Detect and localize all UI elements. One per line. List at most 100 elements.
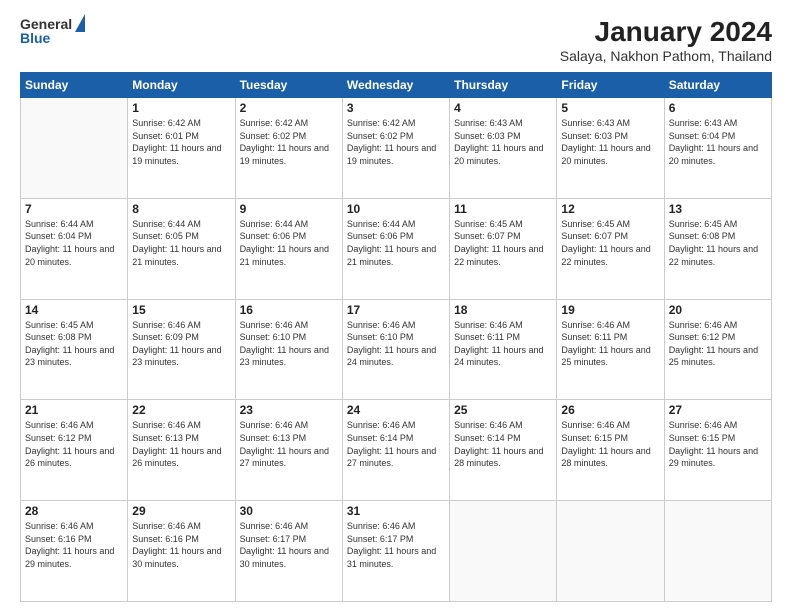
table-row: 11 Sunrise: 6:45 AMSunset: 6:07 PMDayligh… (450, 198, 557, 299)
col-friday: Friday (557, 73, 664, 98)
day-number: 26 (561, 403, 659, 417)
page-title: January 2024 (560, 16, 772, 48)
page: General Blue January 2024 Salaya, Nakhon… (0, 0, 792, 612)
table-row: 19 Sunrise: 6:46 AMSunset: 6:11 PMDayligh… (557, 299, 664, 400)
table-row: 7 Sunrise: 6:44 AMSunset: 6:04 PMDaylight… (21, 198, 128, 299)
day-number: 22 (132, 403, 230, 417)
cell-details: Sunrise: 6:44 AMSunset: 6:05 PMDaylight:… (132, 218, 230, 268)
cell-details: Sunrise: 6:46 AMSunset: 6:12 PMDaylight:… (669, 319, 767, 369)
col-wednesday: Wednesday (342, 73, 449, 98)
day-number: 31 (347, 504, 445, 518)
day-number: 15 (132, 303, 230, 317)
cell-details: Sunrise: 6:43 AMSunset: 6:03 PMDaylight:… (561, 117, 659, 167)
day-number: 18 (454, 303, 552, 317)
table-row: 5 Sunrise: 6:43 AMSunset: 6:03 PMDaylight… (557, 98, 664, 199)
table-row (664, 501, 771, 602)
cell-details: Sunrise: 6:46 AMSunset: 6:15 PMDaylight:… (561, 419, 659, 469)
cell-details: Sunrise: 6:45 AMSunset: 6:07 PMDaylight:… (561, 218, 659, 268)
table-row: 20 Sunrise: 6:46 AMSunset: 6:12 PMDayligh… (664, 299, 771, 400)
logo-triangle-icon (75, 14, 85, 32)
col-saturday: Saturday (664, 73, 771, 98)
col-sunday: Sunday (21, 73, 128, 98)
day-number: 24 (347, 403, 445, 417)
day-number: 30 (240, 504, 338, 518)
day-number: 16 (240, 303, 338, 317)
cell-details: Sunrise: 6:46 AMSunset: 6:13 PMDaylight:… (132, 419, 230, 469)
day-number: 21 (25, 403, 123, 417)
cell-details: Sunrise: 6:46 AMSunset: 6:11 PMDaylight:… (454, 319, 552, 369)
title-block: January 2024 Salaya, Nakhon Pathom, Thai… (560, 16, 772, 64)
table-row: 21 Sunrise: 6:46 AMSunset: 6:12 PMDayligh… (21, 400, 128, 501)
cell-details: Sunrise: 6:42 AMSunset: 6:02 PMDaylight:… (240, 117, 338, 167)
table-row: 9 Sunrise: 6:44 AMSunset: 6:06 PMDaylight… (235, 198, 342, 299)
day-number: 25 (454, 403, 552, 417)
day-number: 20 (669, 303, 767, 317)
cell-details: Sunrise: 6:46 AMSunset: 6:13 PMDaylight:… (240, 419, 338, 469)
table-row: 17 Sunrise: 6:46 AMSunset: 6:10 PMDayligh… (342, 299, 449, 400)
day-number: 19 (561, 303, 659, 317)
day-number: 6 (669, 101, 767, 115)
day-number: 29 (132, 504, 230, 518)
table-row: 12 Sunrise: 6:45 AMSunset: 6:07 PMDayligh… (557, 198, 664, 299)
cell-details: Sunrise: 6:46 AMSunset: 6:17 PMDaylight:… (347, 520, 445, 570)
logo: General Blue (20, 16, 85, 46)
day-number: 7 (25, 202, 123, 216)
cell-details: Sunrise: 6:42 AMSunset: 6:02 PMDaylight:… (347, 117, 445, 167)
table-row: 29Sunrise: 6:46 AMSunset: 6:16 PMDayligh… (128, 501, 235, 602)
table-row: 24Sunrise: 6:46 AMSunset: 6:14 PMDayligh… (342, 400, 449, 501)
page-subtitle: Salaya, Nakhon Pathom, Thailand (560, 48, 772, 64)
cell-details: Sunrise: 6:43 AMSunset: 6:03 PMDaylight:… (454, 117, 552, 167)
cell-details: Sunrise: 6:46 AMSunset: 6:17 PMDaylight:… (240, 520, 338, 570)
col-tuesday: Tuesday (235, 73, 342, 98)
table-row (450, 501, 557, 602)
day-number: 13 (669, 202, 767, 216)
logo-blue-text: Blue (20, 30, 50, 46)
day-number: 12 (561, 202, 659, 216)
table-row: 26 Sunrise: 6:46 AMSunset: 6:15 PMDayligh… (557, 400, 664, 501)
table-row: 2 Sunrise: 6:42 AMSunset: 6:02 PMDaylight… (235, 98, 342, 199)
cell-details: Sunrise: 6:44 AMSunset: 6:04 PMDaylight:… (25, 218, 123, 268)
cell-details: Sunrise: 6:46 AMSunset: 6:10 PMDaylight:… (347, 319, 445, 369)
table-row: 15 Sunrise: 6:46 AMSunset: 6:09 PMDayligh… (128, 299, 235, 400)
day-number: 14 (25, 303, 123, 317)
cell-details: Sunrise: 6:45 AMSunset: 6:07 PMDaylight:… (454, 218, 552, 268)
table-row: 23Sunrise: 6:46 AMSunset: 6:13 PMDayligh… (235, 400, 342, 501)
table-row: 16 Sunrise: 6:46 AMSunset: 6:10 PMDayligh… (235, 299, 342, 400)
table-row (557, 501, 664, 602)
table-row: 6 Sunrise: 6:43 AMSunset: 6:04 PMDaylight… (664, 98, 771, 199)
table-row: 14 Sunrise: 6:45 AMSunset: 6:08 PMDayligh… (21, 299, 128, 400)
cell-details: Sunrise: 6:45 AMSunset: 6:08 PMDaylight:… (25, 319, 123, 369)
cell-details: Sunrise: 6:43 AMSunset: 6:04 PMDaylight:… (669, 117, 767, 167)
header: General Blue January 2024 Salaya, Nakhon… (20, 16, 772, 64)
day-number: 17 (347, 303, 445, 317)
table-row (21, 98, 128, 199)
cell-details: Sunrise: 6:46 AMSunset: 6:09 PMDaylight:… (132, 319, 230, 369)
day-number: 9 (240, 202, 338, 216)
cell-details: Sunrise: 6:46 AMSunset: 6:11 PMDaylight:… (561, 319, 659, 369)
calendar-body: 1Sunrise: 6:42 AMSunset: 6:01 PMDaylight… (21, 98, 772, 602)
table-row: 4 Sunrise: 6:43 AMSunset: 6:03 PMDaylight… (450, 98, 557, 199)
table-row: 1Sunrise: 6:42 AMSunset: 6:01 PMDaylight… (128, 98, 235, 199)
table-row: 3Sunrise: 6:42 AMSunset: 6:02 PMDaylight… (342, 98, 449, 199)
cell-details: Sunrise: 6:46 AMSunset: 6:12 PMDaylight:… (25, 419, 123, 469)
day-number: 10 (347, 202, 445, 216)
day-number: 5 (561, 101, 659, 115)
cell-details: Sunrise: 6:44 AMSunset: 6:06 PMDaylight:… (240, 218, 338, 268)
day-number: 1 (132, 101, 230, 115)
day-number: 28 (25, 504, 123, 518)
table-row: 27 Sunrise: 6:46 AMSunset: 6:15 PMDayligh… (664, 400, 771, 501)
calendar-table: Sunday Monday Tuesday Wednesday Thursday… (20, 72, 772, 602)
cell-details: Sunrise: 6:46 AMSunset: 6:10 PMDaylight:… (240, 319, 338, 369)
col-monday: Monday (128, 73, 235, 98)
day-number: 2 (240, 101, 338, 115)
cell-details: Sunrise: 6:44 AMSunset: 6:06 PMDaylight:… (347, 218, 445, 268)
table-row: 31 Sunrise: 6:46 AMSunset: 6:17 PMDayligh… (342, 501, 449, 602)
cell-details: Sunrise: 6:46 AMSunset: 6:14 PMDaylight:… (454, 419, 552, 469)
day-number: 11 (454, 202, 552, 216)
cell-details: Sunrise: 6:46 AMSunset: 6:15 PMDaylight:… (669, 419, 767, 469)
day-number: 8 (132, 202, 230, 216)
col-thursday: Thursday (450, 73, 557, 98)
table-row: 25 Sunrise: 6:46 AMSunset: 6:14 PMDayligh… (450, 400, 557, 501)
day-number: 4 (454, 101, 552, 115)
day-number: 27 (669, 403, 767, 417)
